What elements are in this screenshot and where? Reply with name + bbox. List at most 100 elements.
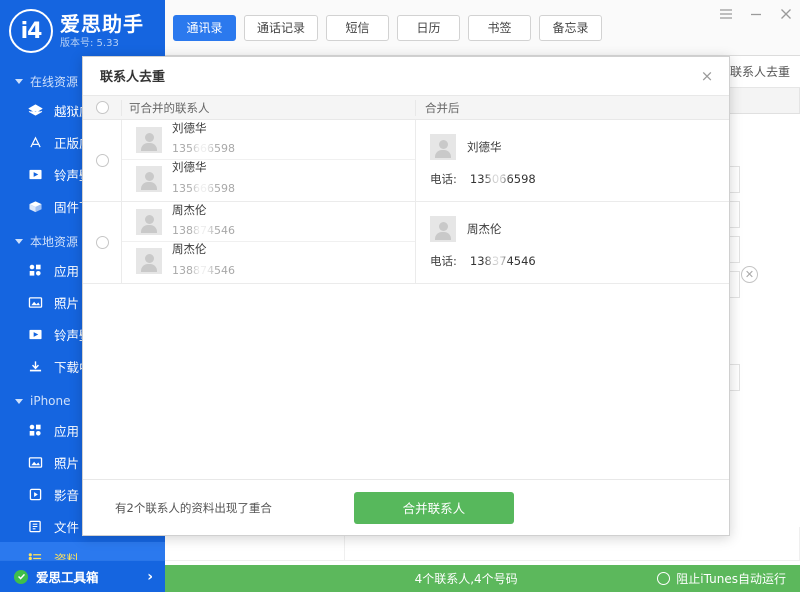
duplicate-contact[interactable]: 周杰伦 138874546 [122,202,415,241]
sidebar-item-label: 应用 [54,421,79,440]
merge-result: 周杰伦 电话: 138374546 [415,202,729,283]
merged-phone-value: 135066598 [470,172,536,186]
chevron-down-icon [15,79,23,84]
merge-group-duplicates: 周杰伦 138874546 [121,202,415,283]
sidebar-item-label: 文件 [54,517,79,536]
contact-phone: 138874546 [172,264,235,279]
merged-contact-name: 刘德华 [467,139,502,155]
itunes-block-toggle[interactable]: 阻止iTunes自动运行 [657,570,800,587]
check-circle-icon [14,570,28,584]
toolbox-bar[interactable]: 爱思工具箱 › [0,560,165,592]
duplicate-contact[interactable]: 刘德华 135666598 [122,120,415,159]
tab-calendar[interactable]: 日历 [397,15,460,41]
sidebar-group-label: 本地资源 [30,233,78,250]
firmware-icon [26,198,44,214]
dialog-title: 联系人去重 [100,66,697,85]
app-title: 爱思助手 [60,14,144,34]
app-logo-icon: i4 [9,9,53,53]
photo-icon [26,454,44,470]
merge-group-duplicates: 刘德华 135666598 [121,120,415,201]
media-icon [26,486,44,502]
contact-name: 周杰伦 [172,242,235,258]
merge-group: 周杰伦 138874546 [83,202,729,284]
ringtone-icon [26,326,44,342]
blur-mask [194,179,212,197]
blur-mask [488,169,506,187]
appstore-icon [26,134,44,150]
sidebar-item-label: 影音 [54,485,79,504]
brand: i4 爱思助手 版本号: 5.33 [0,0,165,62]
tab-call-log[interactable]: 通话记录 [244,15,318,41]
apps-icon [26,422,44,438]
sidebar-group-label: iPhone [30,394,71,408]
merge-contacts-button[interactable]: 合并联系人 [354,492,514,524]
avatar [430,216,456,242]
duplicate-contact[interactable]: 周杰伦 138874546 [122,241,415,280]
duplicate-summary: 有2个联系人的资料出现了重合 [115,500,272,516]
contact-name: 刘德华 [172,160,235,176]
contact-phone: 135666598 [172,182,235,197]
avatar [136,166,162,192]
dialog-column-header: 可合并的联系人 合并后 [83,95,729,120]
apps-icon [26,262,44,278]
status-bar: 4个联系人,4个号码 阻止iTunes自动运行 [165,565,800,592]
avatar [430,134,456,160]
close-icon[interactable] [778,6,794,22]
contact-phone: 138874546 [172,224,235,239]
merged-contact-name: 周杰伦 [467,221,502,237]
chevron-down-icon [15,239,23,244]
avatar [136,248,162,274]
radio-icon [96,154,109,167]
itunes-block-label: 阻止iTunes自动运行 [676,570,786,587]
merge-group-radio[interactable] [83,202,121,283]
tab-bookmarks[interactable]: 书签 [468,15,531,41]
column-header-mergeable: 可合并的联系人 [121,100,415,116]
download-icon [26,358,44,374]
tab-notes[interactable]: 备忘录 [539,15,602,41]
contact-dedupe-dialog: 联系人去重 × 可合并的联系人 合并后 [82,56,730,536]
menu-icon[interactable] [718,6,734,22]
avatar [136,209,162,235]
remove-row-icon[interactable]: ✕ [741,266,758,283]
dialog-body: 刘德华 135666598 [83,120,729,479]
photo-icon [26,294,44,310]
radio-icon [96,236,109,249]
minimize-icon[interactable] [748,6,764,22]
window-controls [718,6,794,22]
merged-phone-label: 电话: [430,253,457,269]
contact-name: 周杰伦 [172,203,235,219]
contact-dedupe-label: 联系人去重 [730,63,790,80]
chevron-right-icon: › [147,569,153,585]
app-window: i4 爱思助手 版本号: 5.33 在线资源 越狱应用 正版应用 [0,0,800,592]
tab-sms[interactable]: 短信 [326,15,389,41]
blur-mask [194,261,212,279]
sidebar-item-label: 应用 [54,261,79,280]
merge-group-radio[interactable] [83,120,121,201]
dialog-header: 联系人去重 × [83,57,729,95]
merge-group: 刘德华 135666598 [83,120,729,202]
duplicate-contact[interactable]: 刘德华 135666598 [122,159,415,198]
radio-icon [96,101,109,114]
merge-result: 刘德华 电话: 135066598 [415,120,729,201]
sidebar-item-label: 照片 [54,453,79,472]
contact-phone: 135666598 [172,142,235,157]
toolbox-label: 爱思工具箱 [36,567,147,586]
merged-phone-label: 电话: [430,171,457,187]
blur-mask [488,251,506,269]
avatar [136,127,162,153]
column-header-merged: 合并后 [415,100,729,116]
modal-overlay: 联系人去重 × 可合并的联系人 合并后 [0,0,800,592]
select-all-radio[interactable] [83,101,121,114]
radio-icon [657,572,670,585]
dialog-close-icon[interactable]: × [697,67,717,85]
ringtone-icon [26,166,44,182]
jailbreak-icon [26,102,44,118]
file-icon [26,518,44,534]
status-count: 4个联系人,4个号码 [165,570,657,587]
tab-contacts[interactable]: 通讯录 [173,15,236,41]
sidebar-group-label: 在线资源 [30,73,78,90]
app-version: 版本号: 5.33 [60,39,144,49]
tab-bar: 通讯录 通话记录 短信 日历 书签 备忘录 [165,0,800,56]
merged-phone-value: 138374546 [470,254,536,268]
chevron-down-icon [15,399,23,404]
